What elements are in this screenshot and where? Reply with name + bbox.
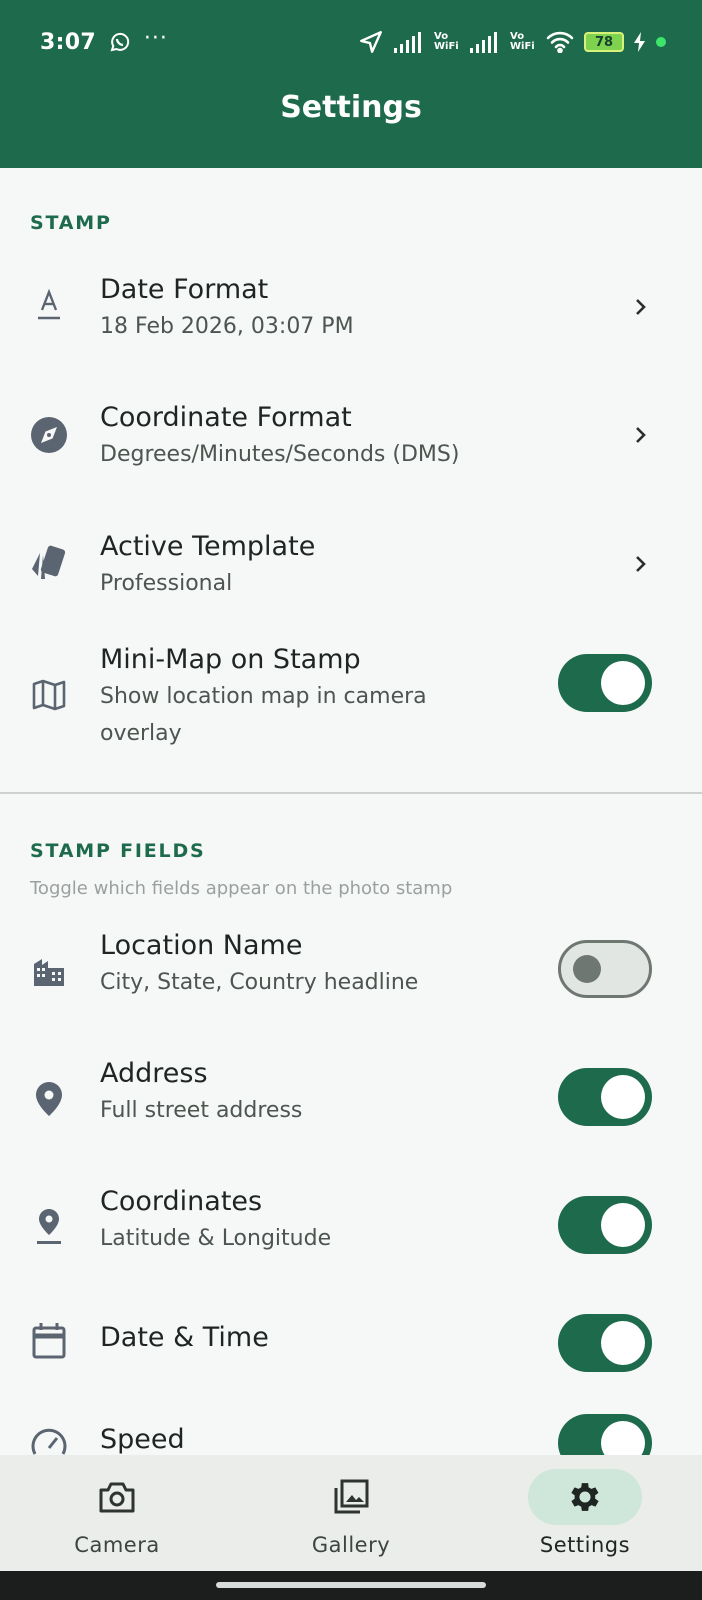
vowifi-label: Vo WiFi [434,31,459,52]
speedometer-icon [28,1420,70,1455]
location-name-title: Location Name [100,930,303,961]
privacy-indicator-dot [656,37,666,47]
nav-settings-pill [528,1469,642,1525]
mini-map-row[interactable]: Mini-Map on Stamp Show location map in c… [0,644,702,784]
section-divider [0,792,702,794]
wifi-icon [546,31,574,53]
speed-row[interactable]: Speed [0,1414,702,1455]
battery-icon: 78 [584,32,624,52]
status-bar: 3:07 ··· Vo WiFi Vo WiFi 78 [0,0,702,84]
date-time-toggle[interactable] [558,1314,652,1372]
address-row[interactable]: Address Full street address [0,1058,702,1168]
nav-gallery-pill [294,1469,408,1525]
location-name-toggle[interactable] [558,940,652,998]
bottom-navigation: Camera Gallery Settings [0,1455,702,1571]
compass-icon [28,414,70,456]
toggle-knob [601,1203,645,1247]
speed-toggle[interactable] [558,1414,652,1455]
nav-settings-label: Settings [539,1533,631,1557]
status-time: 3:07 [40,29,96,55]
whatsapp-icon [110,32,130,52]
camera-icon [99,1482,135,1513]
font-icon [28,284,70,326]
location-pin-icon [28,1078,70,1120]
template-cards-icon [28,541,70,583]
toggle-knob [601,661,645,705]
pin-drop-icon [28,1206,70,1248]
coordinates-toggle[interactable] [558,1196,652,1254]
mini-map-toggle[interactable] [558,654,652,712]
gear-icon [571,1483,599,1511]
section-header-stamp-fields: STAMP FIELDS [30,840,206,862]
map-icon [28,674,70,716]
mini-map-title: Mini-Map on Stamp [100,644,361,675]
toggle-knob [601,1075,645,1119]
city-icon [28,950,70,992]
gesture-bar [0,1571,702,1600]
coordinate-format-value: Degrees/Minutes/Seconds (DMS) [100,442,460,467]
address-title: Address [100,1058,208,1089]
chevron-right-icon [636,299,646,315]
home-gesture-handle[interactable] [216,1582,486,1588]
date-time-row[interactable]: Date & Time [0,1314,702,1414]
mini-map-subtitle-line1: Show location map in camera [100,684,427,709]
chevron-right-icon [636,427,646,443]
mini-map-subtitle-line2: overlay [100,721,182,746]
address-subtitle: Full street address [100,1098,303,1123]
location-name-row[interactable]: Location Name City, State, Country headl… [0,930,702,1040]
date-time-title: Date & Time [100,1322,269,1353]
charging-icon [634,32,645,52]
location-arrow-icon [360,31,382,53]
app-bar: 3:07 ··· Vo WiFi Vo WiFi 78 Settings [0,0,702,168]
section-header-stamp: STAMP [30,212,112,234]
date-format-title: Date Format [100,274,269,305]
speed-title: Speed [100,1424,185,1455]
chevron-right-icon [636,556,646,572]
nav-gallery-label: Gallery [311,1533,391,1557]
signal-icon-2 [470,32,497,53]
section-description: Toggle which fields appear on the photo … [30,878,453,899]
overflow-dots: ··· [143,26,168,51]
page-title: Settings [280,90,422,125]
nav-camera-pill [60,1469,174,1525]
nav-camera[interactable]: Camera [0,1455,234,1571]
toggle-knob [601,1421,645,1455]
nav-camera-label: Camera [74,1533,160,1557]
coordinates-title: Coordinates [100,1186,263,1217]
address-toggle[interactable] [558,1068,652,1126]
coordinates-subtitle: Latitude & Longitude [100,1226,332,1251]
coordinate-format-title: Coordinate Format [100,402,352,433]
gallery-icon [334,1479,369,1514]
signal-icon [394,32,421,53]
date-format-value: 18 Feb 2026, 03:07 PM [100,314,354,339]
coordinates-row[interactable]: Coordinates Latitude & Longitude [0,1186,702,1296]
active-template-title: Active Template [100,531,316,562]
active-template-value: Professional [100,571,233,596]
coordinate-format-row[interactable]: Coordinate Format Degrees/Minutes/Second… [0,396,702,516]
vowifi-label-2: Vo WiFi [510,31,535,52]
settings-list[interactable]: STAMP Date Format 18 Feb 2026, 03:07 PM … [0,168,702,1455]
toggle-knob [601,1321,645,1365]
location-name-subtitle: City, State, Country headline [100,970,419,995]
nav-gallery[interactable]: Gallery [234,1455,468,1571]
calendar-icon [28,1320,70,1362]
date-format-row[interactable]: Date Format 18 Feb 2026, 03:07 PM [0,268,702,388]
active-template-row[interactable]: Active Template Professional [0,525,702,645]
toggle-knob [573,955,601,983]
nav-settings[interactable]: Settings [468,1455,702,1571]
